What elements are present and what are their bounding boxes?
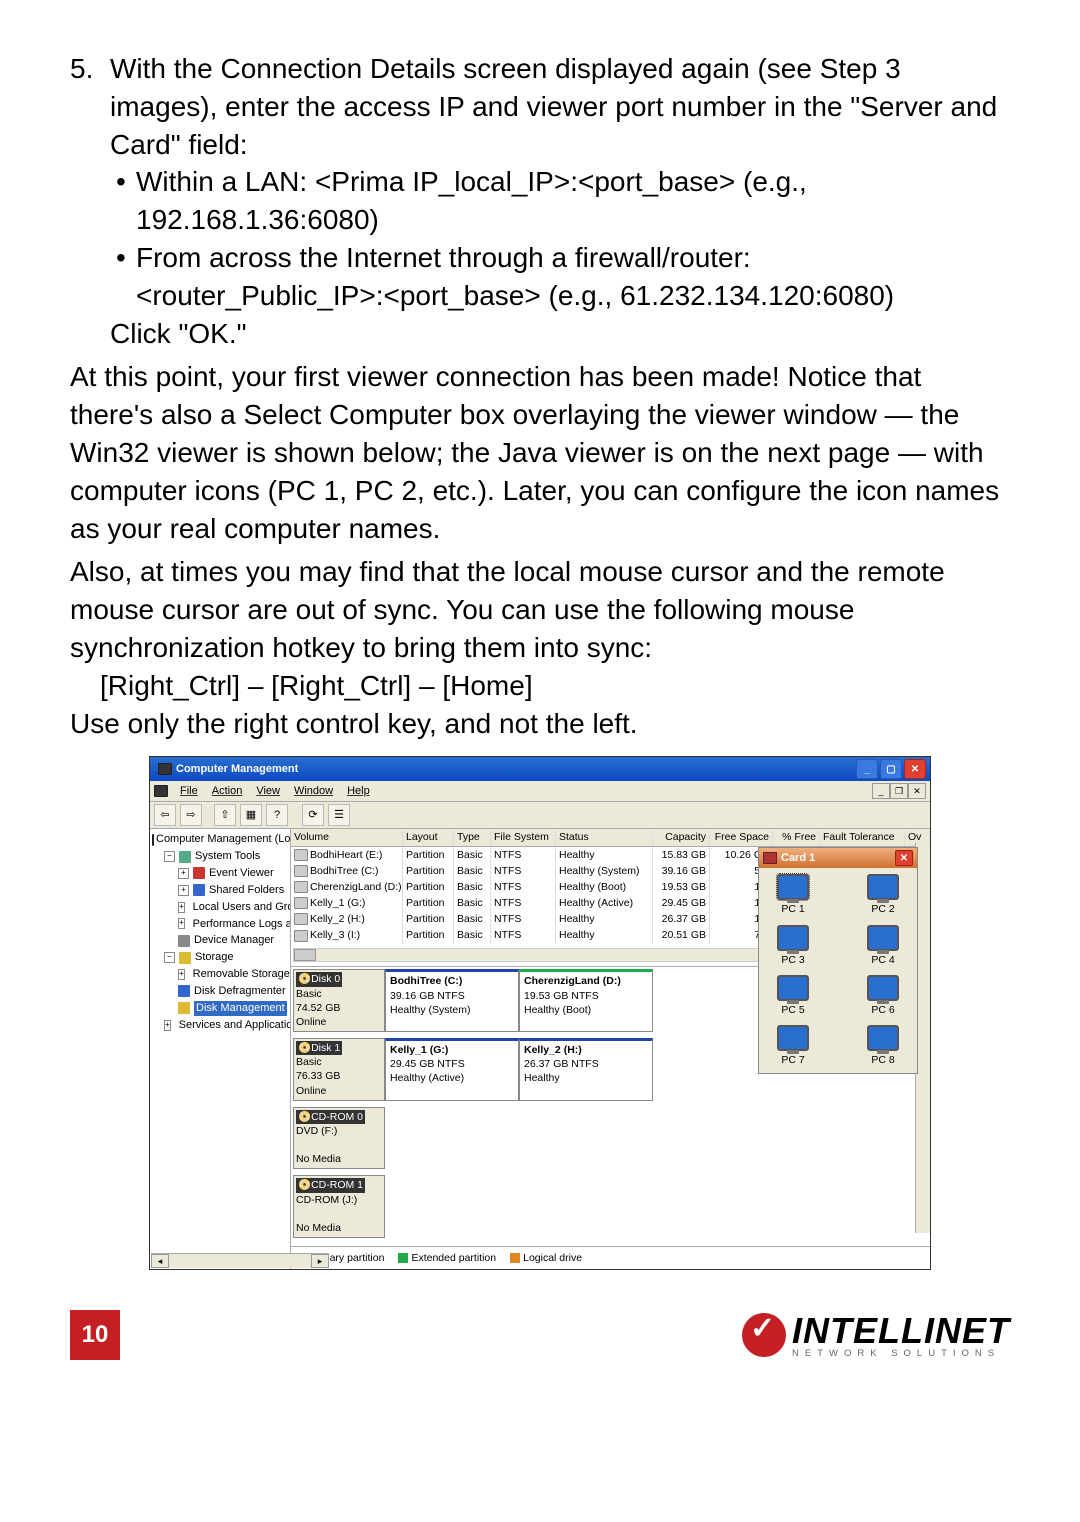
tree-event-viewer[interactable]: Event Viewer <box>209 866 274 881</box>
tree-h-scrollbar[interactable]: ◂▸ <box>151 1253 329 1268</box>
menu-view[interactable]: View <box>254 784 282 799</box>
monitor-icon <box>867 1025 899 1051</box>
tree-system-tools[interactable]: System Tools <box>195 849 260 864</box>
refresh-button[interactable]: ⟳ <box>302 804 324 826</box>
brand-name: INTELLINET <box>792 1313 1010 1349</box>
tree-storage[interactable]: Storage <box>195 950 234 965</box>
menu-action[interactable]: Action <box>210 784 245 799</box>
list-button[interactable]: ☰ <box>328 804 350 826</box>
para-sync: Also, at times you may find that the loc… <box>70 553 1010 666</box>
pc-item[interactable]: PC 1 <box>765 874 821 916</box>
screenshot-computer-management: Computer Management _ ▢ ✕ File Action Vi… <box>149 756 931 1270</box>
menubar: File Action View Window Help _ ❐ ✕ <box>150 781 930 802</box>
monitor-icon <box>867 874 899 900</box>
bullet-net1: From across the Internet through a firew… <box>136 239 894 277</box>
pc-item[interactable]: PC 8 <box>855 1025 911 1067</box>
card-icon <box>763 852 777 864</box>
para-right-ctrl: Use only the right control key, and not … <box>70 705 1010 743</box>
monitor-icon <box>777 874 809 900</box>
tree-shared-folders[interactable]: Shared Folders <box>209 883 284 898</box>
titlebar[interactable]: Computer Management _ ▢ ✕ <box>150 757 930 781</box>
doc-icon <box>154 785 168 797</box>
card-title: Card 1 <box>781 851 815 866</box>
brand-logo-icon <box>742 1313 786 1357</box>
window-title: Computer Management <box>176 762 298 777</box>
pc-item[interactable]: PC 6 <box>855 975 911 1017</box>
hotkey: [Right_Ctrl] – [Right_Ctrl] – [Home] <box>100 667 1010 705</box>
bullet-lan: Within a LAN: <Prima IP_local_IP>:<port_… <box>136 163 1010 239</box>
brand-sub: NETWORK SOLUTIONS <box>792 1349 1010 1359</box>
card-close-button[interactable]: ✕ <box>895 850 913 866</box>
para-connected: At this point, your first viewer connect… <box>70 358 1010 547</box>
step5-text: With the Connection Details screen displ… <box>110 50 1010 163</box>
brand: INTELLINET NETWORK SOLUTIONS <box>742 1313 1010 1359</box>
nav-tree[interactable]: Computer Management (Local) −System Tool… <box>150 829 291 1269</box>
pc-item[interactable]: PC 5 <box>765 975 821 1017</box>
pc-item[interactable]: PC 7 <box>765 1025 821 1067</box>
tree-perf-logs[interactable]: Performance Logs and Alerts <box>193 917 291 932</box>
tree-services[interactable]: Services and Applications <box>179 1018 291 1033</box>
mdi-minimize[interactable]: _ <box>872 783 890 799</box>
forward-button[interactable]: ⇨ <box>180 804 202 826</box>
monitor-icon <box>867 975 899 1001</box>
menu-help[interactable]: Help <box>345 784 372 799</box>
toolbar: ⇦ ⇨ ⇧ ▦ ? ⟳ ☰ <box>150 802 930 829</box>
monitor-icon <box>777 1025 809 1051</box>
pc-item[interactable]: PC 2 <box>855 874 911 916</box>
mdi-restore[interactable]: ❐ <box>890 783 908 799</box>
up-button[interactable]: ⇧ <box>214 804 236 826</box>
disk-block[interactable]: 📀CD-ROM 1CD-ROM (J:)No Media <box>293 1175 653 1238</box>
tree-device-manager[interactable]: Device Manager <box>194 933 274 948</box>
menu-file[interactable]: File <box>178 784 200 799</box>
step-number: 5. <box>70 50 110 352</box>
monitor-icon <box>777 925 809 951</box>
monitor-icon <box>867 925 899 951</box>
app-icon <box>158 763 172 775</box>
monitor-icon <box>777 975 809 1001</box>
menu-window[interactable]: Window <box>292 784 335 799</box>
back-button[interactable]: ⇦ <box>154 804 176 826</box>
bullet-net2: <router_Public_IP>:<port_base> (e.g., 61… <box>136 277 894 315</box>
disk-block[interactable]: 📀CD-ROM 0DVD (F:)No Media <box>293 1107 653 1170</box>
tree-disk-mgmt[interactable]: Disk Management <box>194 1001 287 1016</box>
volume-header[interactable]: Volume Layout Type File System Status Ca… <box>291 829 930 846</box>
click-ok: Click "OK." <box>110 315 1010 353</box>
tree-removable[interactable]: Removable Storage <box>193 967 290 982</box>
page-number: 10 <box>70 1310 120 1360</box>
mdi-close[interactable]: ✕ <box>908 783 926 799</box>
maximize-button[interactable]: ▢ <box>880 759 902 779</box>
props-button[interactable]: ▦ <box>240 804 262 826</box>
legend: Primary partition Extended partition Log… <box>291 1246 930 1269</box>
disk-block[interactable]: 📀Disk 0Basic74.52 GBOnlineBodhiTree (C:)… <box>293 969 653 1032</box>
close-button[interactable]: ✕ <box>904 759 926 779</box>
help-button[interactable]: ? <box>266 804 288 826</box>
disk-panels[interactable]: 📀Disk 0Basic74.52 GBOnlineBodhiTree (C:)… <box>291 967 655 1246</box>
tree-root[interactable]: Computer Management (Local) <box>156 832 291 847</box>
minimize-button[interactable]: _ <box>856 759 878 779</box>
select-computer-overlay[interactable]: Card 1 ✕ PC 1 PC 2 PC 3 PC 4 PC 5 PC 6 PC 7 PC … <box>758 847 918 1074</box>
tree-local-users[interactable]: Local Users and Groups <box>193 900 291 915</box>
pc-item[interactable]: PC 3 <box>765 925 821 967</box>
disk-block[interactable]: 📀Disk 1Basic76.33 GBOnlineKelly_1 (G:)29… <box>293 1038 653 1101</box>
tree-defrag[interactable]: Disk Defragmenter <box>194 984 286 999</box>
pc-item[interactable]: PC 4 <box>855 925 911 967</box>
